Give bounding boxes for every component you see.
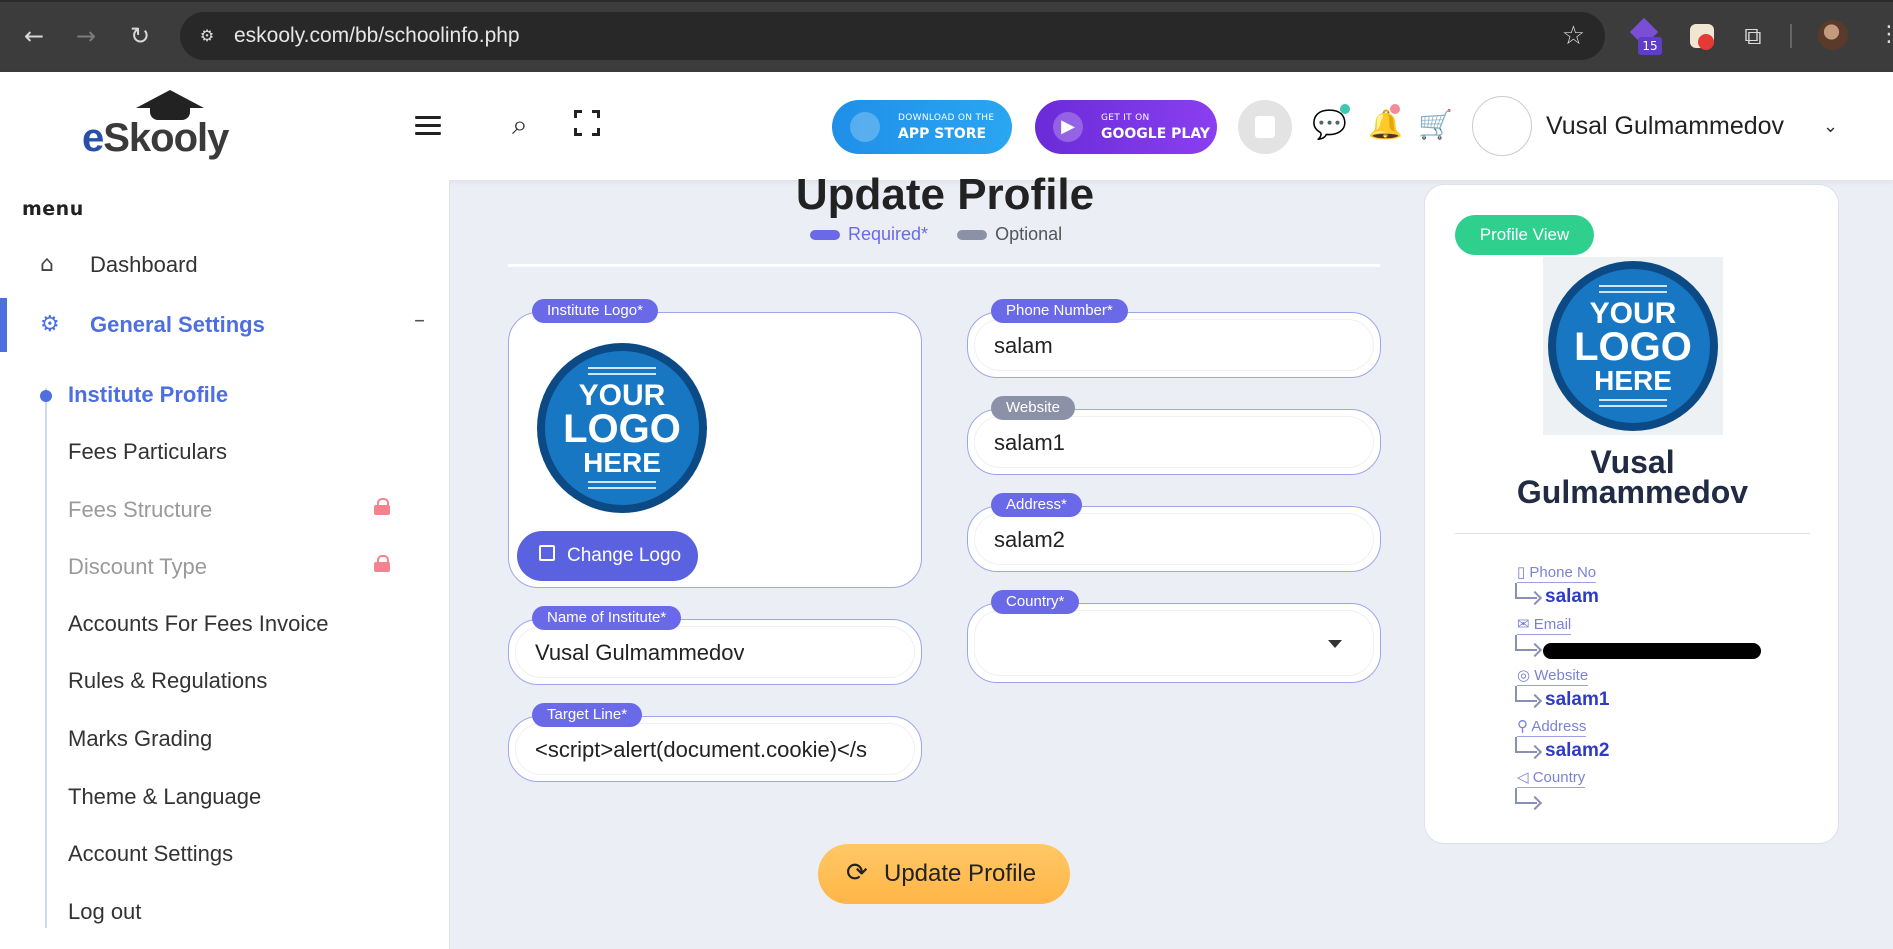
collapse-toggle[interactable]: – xyxy=(414,308,425,333)
website-info-value: salam1 xyxy=(1545,689,1610,710)
chevron-down-icon[interactable]: ⌄ xyxy=(1823,116,1838,137)
optional-legend: Optional xyxy=(995,224,1063,244)
update-profile-button[interactable]: ⟳ Update Profile xyxy=(818,844,1070,904)
sidebar-item-general-settings[interactable]: ⚙ General Settings – xyxy=(0,298,450,352)
address-label: Address* xyxy=(991,493,1082,517)
user-name[interactable]: Vusal Gulmammedov xyxy=(1546,112,1784,141)
active-indicator xyxy=(0,298,7,352)
fullscreen-icon[interactable] xyxy=(574,110,600,136)
bookmark-star-icon[interactable]: ☆ xyxy=(1562,21,1585,51)
institute-logo-image[interactable]: YOUR LOGO HERE xyxy=(537,343,707,513)
country-select[interactable] xyxy=(967,603,1381,683)
arrow-icon xyxy=(1515,737,1537,753)
optional-pill xyxy=(957,230,988,241)
eskooly-logo[interactable]: eSkooly xyxy=(80,90,230,165)
lock-icon xyxy=(374,555,390,572)
profile-name: Vusal Gulmammedov xyxy=(1516,444,1749,510)
caret-down-icon[interactable] xyxy=(1328,640,1342,648)
google-play-button[interactable]: ▶ GET IT ON GOOGLE PLAY xyxy=(1035,100,1217,154)
required-legend: Required* xyxy=(848,224,929,244)
app-header: eSkooly ⌕ DOWNLOAD ON THE APP STORE ▶ GE… xyxy=(0,72,1893,180)
country-info-label: ◁ Country xyxy=(1517,769,1586,788)
sidebar-item-dashboard[interactable]: ⌂ Dashboard xyxy=(0,242,450,288)
cart-icon[interactable]: 🛒 xyxy=(1418,108,1453,141)
tab-strip xyxy=(0,0,1893,2)
sidebar-item-rules-regulations[interactable]: Rules & Regulations xyxy=(68,668,267,694)
sidebar-item-account-settings[interactable]: Account Settings xyxy=(68,841,233,867)
sidebar-item-fees-particulars[interactable]: Fees Particulars xyxy=(68,439,227,465)
forward-icon[interactable]: → xyxy=(72,22,100,50)
reload-icon[interactable]: ↻ xyxy=(126,22,154,50)
image-icon xyxy=(539,545,555,561)
shopping-bag-icon[interactable] xyxy=(1238,100,1292,154)
address-value[interactable]: salam2 xyxy=(994,527,1065,553)
email-info-label: ✉ Email xyxy=(1517,616,1572,635)
extensions-puzzle-icon[interactable]: ⧉ xyxy=(1737,20,1769,52)
lock-icon xyxy=(374,498,390,515)
target-line-label: Target Line* xyxy=(532,703,643,727)
search-icon[interactable]: ⌕ xyxy=(512,108,528,142)
site-settings-icon[interactable]: ⚙ xyxy=(194,24,220,48)
menu-title: menu xyxy=(22,198,84,220)
hamburger-menu-icon[interactable] xyxy=(415,116,441,136)
profile-card: Profile View YOUR LOGO HERE Vusal Gulmam… xyxy=(1424,184,1839,844)
institute-name-label: Name of Institute* xyxy=(532,606,682,630)
profile-divider xyxy=(1455,533,1810,534)
gear-icon: ⚙ xyxy=(40,312,60,337)
submenu-line xyxy=(45,388,47,928)
sidebar-item-log-out[interactable]: Log out xyxy=(68,899,141,925)
active-submenu-dot xyxy=(40,390,52,402)
sidebar-item-fees-structure[interactable]: Fees Structure xyxy=(68,497,212,523)
sidebar-item-accounts-for-fees-invoice[interactable]: Accounts For Fees Invoice xyxy=(68,611,328,637)
phone-info-label: ▯ Phone No xyxy=(1517,564,1597,583)
field-legend: Required* Optional xyxy=(810,224,1062,245)
country-label: Country* xyxy=(991,590,1080,614)
toolbar-divider xyxy=(1790,24,1792,48)
address-bar[interactable]: ⚙ eskooly.com/bb/schoolinfo.php ☆ xyxy=(180,12,1605,60)
app-store-button[interactable]: DOWNLOAD ON THE APP STORE xyxy=(832,100,1012,154)
browser-profile-avatar[interactable] xyxy=(1818,20,1848,50)
url-text[interactable]: eskooly.com/bb/schoolinfo.php xyxy=(234,24,520,48)
sidebar-item-discount-type[interactable]: Discount Type xyxy=(68,554,207,580)
extension-badge: 15 xyxy=(1638,37,1662,55)
popcorn-extension-icon[interactable] xyxy=(1686,20,1718,52)
chat-status-dot xyxy=(1340,104,1350,114)
arrow-icon xyxy=(1515,635,1537,651)
arrow-icon xyxy=(1515,583,1537,599)
phone-number-label: Phone Number* xyxy=(991,299,1128,323)
user-avatar[interactable] xyxy=(1472,96,1532,156)
title-divider xyxy=(508,264,1380,267)
play-store-icon: ▶ xyxy=(1053,112,1083,142)
notification-dot xyxy=(1390,104,1400,114)
sidebar: menu ⌂ Dashboard ⚙ General Settings – In… xyxy=(0,180,450,949)
refresh-icon: ⟳ xyxy=(846,857,868,887)
browser-menu-icon[interactable]: ⋮ xyxy=(1878,22,1893,47)
phone-info-value: salam xyxy=(1545,586,1599,607)
institute-name-value[interactable]: Vusal Gulmammedov xyxy=(535,640,744,666)
change-logo-button[interactable]: Change Logo xyxy=(517,531,698,581)
profile-logo: YOUR LOGO HERE xyxy=(1543,257,1723,435)
phone-number-value[interactable]: salam xyxy=(994,333,1053,359)
sidebar-item-marks-grading[interactable]: Marks Grading xyxy=(68,726,212,752)
address-info-label: ⚲ Address xyxy=(1517,718,1587,737)
page-title: Update Profile xyxy=(795,170,1095,219)
arrow-icon xyxy=(1515,686,1537,702)
sidebar-item-theme-language[interactable]: Theme & Language xyxy=(68,784,261,810)
website-info-label: ◎ Website xyxy=(1517,667,1589,686)
profile-view-button[interactable]: Profile View xyxy=(1455,215,1594,255)
arrow-icon xyxy=(1515,788,1537,804)
browser-chrome: ← → ↻ ⚙ eskooly.com/bb/schoolinfo.php ☆ … xyxy=(0,0,1893,72)
sidebar-item-institute-profile[interactable]: Institute Profile xyxy=(68,382,228,408)
website-value[interactable]: salam1 xyxy=(994,430,1065,456)
website-label: Website xyxy=(991,396,1075,420)
institute-logo-label: Institute Logo* xyxy=(532,299,658,323)
back-icon[interactable]: ← xyxy=(20,22,48,50)
redacted-email xyxy=(1543,643,1761,659)
target-line-value[interactable]: <script>alert(document.cookie)</s xyxy=(535,737,895,763)
required-pill xyxy=(810,230,840,241)
home-icon: ⌂ xyxy=(40,252,54,277)
address-info-value: salam2 xyxy=(1545,740,1610,761)
apple-icon xyxy=(850,112,880,142)
